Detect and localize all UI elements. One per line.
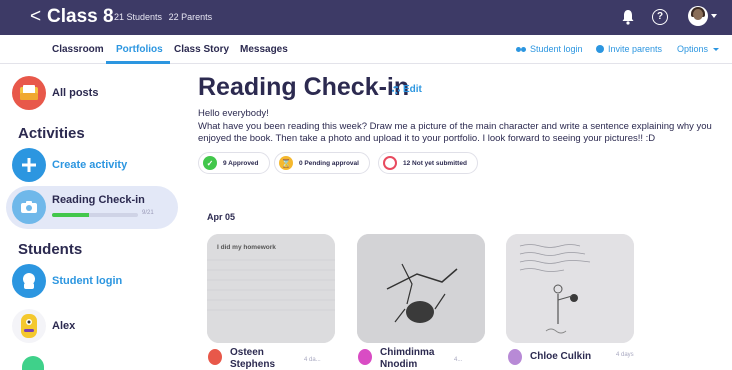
- sidebar-item-all-posts[interactable]: All posts: [12, 76, 98, 110]
- options-label: Options: [677, 44, 709, 54]
- students-heading: Students: [18, 241, 83, 258]
- student-avatar-partial[interactable]: [22, 356, 44, 370]
- card-meta: Osteen Stephens 4 da...: [208, 347, 321, 370]
- monster-avatar-icon: [12, 309, 46, 343]
- activity-progress-bar: [52, 213, 138, 217]
- chevron-down-icon: [713, 47, 720, 51]
- writing-photo: [506, 234, 634, 343]
- tab-class-story[interactable]: Class Story: [174, 44, 229, 55]
- student-avatar-icon: [12, 264, 46, 298]
- check-icon: ✓: [203, 156, 217, 170]
- user-avatar[interactable]: [688, 6, 708, 26]
- plus-icon: [12, 148, 46, 182]
- not-submitted-label: 12 Not yet submitted: [403, 159, 467, 167]
- reading-check-in-label: Reading Check-in: [52, 194, 145, 206]
- options-dropdown[interactable]: Options: [677, 44, 720, 54]
- all-posts-label: All posts: [52, 87, 99, 99]
- drawing-photo: [357, 234, 485, 343]
- top-bar: < Class 8 21 Students 22 Parents ?: [0, 0, 732, 35]
- active-tab-indicator: [106, 61, 170, 64]
- student-name[interactable]: Chloe Culkin: [530, 351, 616, 363]
- class-nav: Classroom Portfolios Class Story Message…: [0, 35, 732, 64]
- date-header: Apr 05: [207, 212, 236, 222]
- student-name: Alex: [52, 320, 76, 332]
- gear-icon: [392, 85, 400, 94]
- photo-caption: I did my homework: [217, 244, 276, 251]
- not-submitted-filter[interactable]: 12 Not yet submitted: [378, 152, 478, 174]
- portfolio-card[interactable]: [357, 234, 485, 343]
- post-time: 4 days: [616, 352, 634, 358]
- student-login-link[interactable]: Student login: [516, 44, 583, 54]
- student-login-button[interactable]: Student login: [12, 264, 122, 298]
- create-activity-label: Create activity: [52, 159, 128, 171]
- activity-progress-label: 9/21: [142, 210, 154, 216]
- create-activity-button[interactable]: Create activity: [12, 148, 127, 182]
- invite-parents-link[interactable]: Invite parents: [596, 44, 662, 54]
- student-avatar: [508, 349, 522, 365]
- edit-label: Edit: [403, 84, 422, 95]
- camera-icon: [12, 190, 46, 224]
- post-time: 4 da...: [304, 357, 321, 363]
- bell-icon[interactable]: [621, 9, 635, 25]
- edit-button[interactable]: Edit: [392, 84, 422, 95]
- tab-classroom[interactable]: Classroom: [52, 44, 104, 55]
- student-item-alex[interactable]: Alex: [12, 309, 75, 343]
- student-avatar: [208, 349, 222, 365]
- plus-circle-icon: [596, 45, 604, 53]
- portfolio-card[interactable]: [506, 234, 634, 343]
- student-login-label: Student login: [530, 44, 583, 54]
- help-icon[interactable]: ?: [652, 9, 668, 25]
- post-time: 4...: [454, 357, 463, 363]
- student-name[interactable]: Osteen Stephens: [230, 347, 304, 370]
- chevron-down-icon[interactable]: [711, 14, 717, 18]
- class-counts: 21 Students 22 Parents: [114, 12, 216, 22]
- activity-description: Hello everybody! What have you been read…: [198, 108, 728, 146]
- invite-parents-label: Invite parents: [608, 44, 663, 54]
- student-name[interactable]: Chimdinma Nnodim: [380, 347, 454, 370]
- card-meta: Chloe Culkin 4 days: [508, 347, 634, 365]
- portfolio-card[interactable]: I did my homework: [207, 234, 335, 343]
- parents-count[interactable]: 22 Parents: [169, 12, 213, 22]
- pending-label: 0 Pending approval: [299, 159, 359, 167]
- students-count[interactable]: 21 Students: [114, 12, 162, 22]
- approved-label: 9 Approved: [223, 159, 259, 167]
- class-title[interactable]: Class 8: [47, 5, 114, 29]
- pending-filter[interactable]: ⌛ 0 Pending approval: [274, 152, 370, 174]
- people-icon: [516, 46, 526, 53]
- description-body: What have you been reading this week? Dr…: [198, 120, 712, 145]
- tab-messages[interactable]: Messages: [240, 44, 288, 55]
- student-avatar: [358, 349, 372, 365]
- card-meta: Chimdinma Nnodim 4...: [358, 347, 462, 370]
- activities-heading: Activities: [18, 125, 85, 142]
- approved-filter[interactable]: ✓ 9 Approved: [198, 152, 270, 174]
- back-button[interactable]: <: [30, 6, 41, 28]
- clock-icon: [383, 156, 397, 170]
- tab-portfolios[interactable]: Portfolios: [116, 44, 163, 55]
- hourglass-icon: ⌛: [279, 156, 293, 170]
- description-greeting: Hello everybody!: [198, 108, 269, 119]
- reading-check-in-row[interactable]: Reading Check-in: [12, 190, 145, 224]
- student-login-label: Student login: [52, 275, 123, 287]
- all-posts-icon: [12, 76, 46, 110]
- page-title: Reading Check-in: [198, 73, 410, 101]
